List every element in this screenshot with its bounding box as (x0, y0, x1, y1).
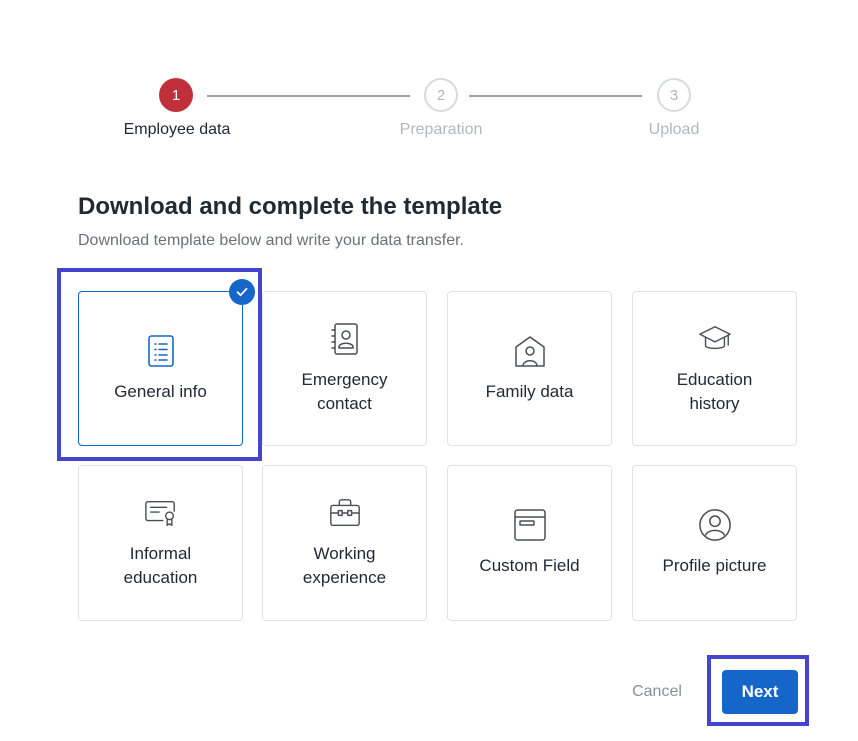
template-card-family-data[interactable]: Family data (447, 291, 612, 446)
step-2-label: Preparation (399, 121, 483, 138)
next-button[interactable]: Next (722, 670, 798, 714)
template-card-general-info[interactable]: General info (78, 279, 255, 446)
template-card-label: Working experience (302, 544, 387, 587)
template-card-working-experience[interactable]: Working experience (262, 465, 427, 621)
check-icon (229, 279, 255, 305)
template-card-label: General info (114, 381, 207, 401)
page-title: Download and complete the template (78, 193, 503, 220)
stepper: 1 2 3 Employee data Preparation Upload (0, 0, 858, 160)
template-card-label: Informal education (123, 544, 198, 587)
step-1-indicator: 1 (159, 78, 193, 112)
certificate-icon (144, 496, 178, 530)
home-person-icon (513, 334, 547, 368)
briefcase-icon (328, 496, 362, 530)
template-card-emergency-contact[interactable]: Emergency contact (262, 291, 427, 446)
template-card-informal-education[interactable]: Informal education (78, 465, 243, 621)
step-2-indicator: 2 (424, 78, 458, 112)
template-card-education-history[interactable]: Education history (632, 291, 797, 446)
user-circle-icon (698, 508, 732, 542)
document-list-icon (144, 334, 178, 368)
template-card-profile-picture[interactable]: Profile picture (632, 465, 797, 621)
contact-book-icon (328, 322, 362, 356)
template-card-label: Family data (485, 381, 574, 401)
template-card-label: Education history (676, 369, 753, 413)
step-connector-1 (207, 95, 410, 97)
cancel-button[interactable]: Cancel (620, 672, 694, 712)
template-card-custom-field[interactable]: Custom Field (447, 465, 612, 621)
step-3-label: Upload (648, 121, 700, 138)
page-subtitle: Download template below and write your d… (78, 232, 464, 249)
graduation-cap-icon (698, 322, 732, 356)
step-1-label: Employee data (123, 121, 231, 138)
template-card-label: Emergency contact (301, 369, 388, 413)
step-connector-2 (469, 95, 642, 97)
template-card-label: Profile picture (662, 556, 767, 575)
template-card-label: Custom Field (479, 556, 580, 575)
window-icon (513, 508, 547, 542)
step-3-indicator: 3 (657, 78, 691, 112)
